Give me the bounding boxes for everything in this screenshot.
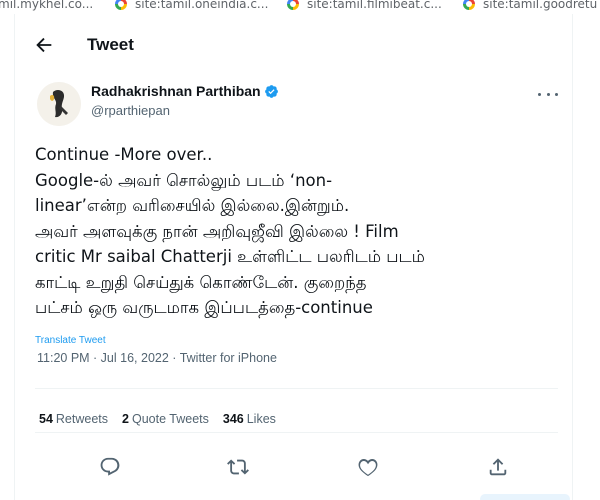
retweets-stat[interactable]: 54 Retweets	[39, 412, 108, 426]
more-options-icon[interactable]	[538, 86, 558, 102]
quote-tweets-stat[interactable]: 2 Quote Tweets	[122, 412, 209, 426]
reply-bar-hint	[480, 494, 570, 500]
google-icon	[463, 0, 475, 10]
bookmark-label: site:tamil.filmibeat.c...	[307, 0, 442, 11]
share-icon[interactable]	[487, 456, 509, 478]
avatar[interactable]	[37, 82, 81, 126]
tweet-header: Tweet	[15, 14, 572, 67]
google-icon	[115, 0, 127, 10]
author-handle[interactable]: @rparthiepan	[91, 103, 170, 118]
tweet-line: அவர் அளவுக்கு நான் அறிவுஜீவி இல்லை ! Fil…	[35, 221, 399, 241]
tweet-time[interactable]: 11:20 PM · Jul 16, 2022 ·	[37, 351, 180, 365]
retweets-count: 54	[39, 412, 53, 426]
like-heart-icon[interactable]	[357, 456, 379, 478]
tweet-line: Google-ல் அவர் சொல்லும் படம் ‘non-	[35, 170, 333, 190]
bookmark-item[interactable]: site:tamil.oneindia.c...	[115, 0, 268, 11]
bookmark-item[interactable]: site:tamil.filmibeat.c...	[287, 0, 442, 11]
bookmark-label: site:tamil.goodretu	[483, 0, 598, 11]
divider	[35, 388, 558, 389]
page-title: Tweet	[87, 35, 134, 54]
retweet-icon[interactable]	[227, 456, 249, 478]
tweet-line: linear’என்ற வரிசையில் இல்லை.இன்றும்.	[35, 196, 350, 215]
reply-icon[interactable]	[99, 456, 121, 478]
tweet-timestamp: 11:20 PM · Jul 16, 2022 · Twitter for iP…	[37, 351, 277, 365]
tweet-source[interactable]: Twitter for iPhone	[180, 351, 277, 365]
tweet-text: Continue -More over.. Google-ல் அவர் சொல…	[35, 142, 570, 321]
translate-tweet-link[interactable]: Translate Tweet	[35, 335, 106, 346]
bookmarks-bar: mil.mykhel.co... site:tamil.oneindia.c..…	[0, 0, 600, 14]
tweet-line: பட்சம் ஒரு வருடமாக இப்படத்தை-continue	[35, 298, 373, 317]
tweet-column: Tweet Radhakrishnan Parthiban @rparthiep…	[14, 14, 573, 500]
bookmark-label: site:tamil.oneindia.c...	[135, 0, 269, 11]
quote-tweets-label: Quote Tweets	[131, 412, 209, 426]
tweet-actions	[35, 456, 558, 480]
back-arrow-icon[interactable]	[33, 34, 55, 56]
likes-count: 346	[222, 412, 244, 426]
author-name-row: Radhakrishnan Parthiban	[91, 83, 279, 99]
bookmark-item[interactable]: site:tamil.goodretu	[463, 0, 597, 11]
retweets-label: Retweets	[55, 412, 109, 426]
tweet-line: Continue -More over..	[35, 145, 213, 164]
tweet-line: காட்டி உறுதி செய்துக் கொண்டேன். குறைந்த	[35, 272, 367, 292]
verified-badge-icon	[264, 84, 278, 98]
google-icon	[287, 0, 299, 10]
engagement-stats: 54 Retweets 2 Quote Tweets 346 Likes	[39, 412, 276, 426]
author-name[interactable]: Radhakrishnan Parthiban	[91, 83, 261, 99]
likes-label: Likes	[246, 412, 276, 426]
tweet-line: critic Mr saibal Chatterji உள்ளிட்ட பலரி…	[35, 247, 425, 266]
bookmark-item[interactable]: mil.mykhel.co...	[0, 0, 93, 11]
quote-tweets-count: 2	[122, 412, 129, 426]
likes-stat[interactable]: 346 Likes	[223, 412, 276, 426]
bookmark-label: mil.mykhel.co...	[0, 0, 94, 11]
divider	[35, 432, 558, 433]
